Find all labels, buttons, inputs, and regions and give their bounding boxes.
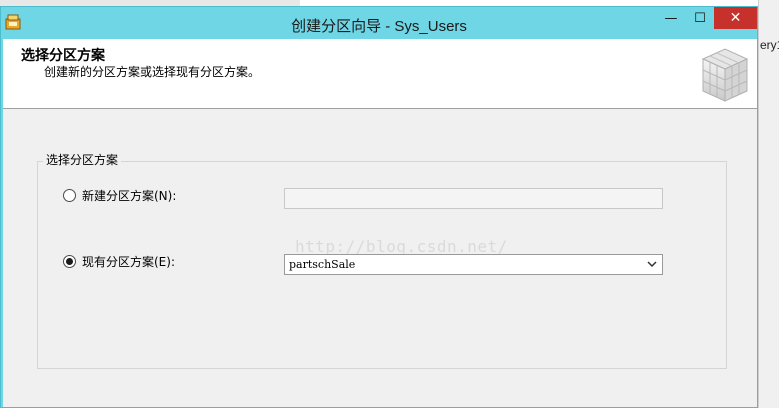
existing-scheme-dropdown[interactable]: partschSale bbox=[284, 254, 663, 275]
page-title: 选择分区方案 bbox=[21, 48, 105, 64]
close-button[interactable]: ✕ bbox=[714, 7, 757, 29]
existing-scheme-radio[interactable] bbox=[63, 254, 76, 268]
wizard-content: 选择分区方案 创建新的分区方案或选择现有分区方案。 选择分区方案 新建分区方案(… bbox=[3, 39, 757, 407]
background-app-panel bbox=[758, 0, 779, 408]
maximize-button[interactable]: ☐ bbox=[686, 7, 714, 29]
wizard-dialog: 创建分区向导 - Sys_Users — ☐ ✕ 选择分区方案 创建新的分区方案… bbox=[0, 6, 758, 408]
cube-grid-icon bbox=[697, 43, 753, 105]
radio-selected-dot bbox=[66, 257, 73, 265]
new-scheme-name-field[interactable] bbox=[284, 188, 663, 209]
existing-scheme-label: 现有分区方案(E): bbox=[82, 254, 175, 269]
new-scheme-label: 新建分区方案(N): bbox=[82, 188, 177, 203]
page-subtitle: 创建新的分区方案或选择现有分区方案。 bbox=[44, 65, 261, 79]
group-legend: 选择分区方案 bbox=[43, 151, 122, 168]
background-app-text: ery1 bbox=[760, 38, 779, 52]
wizard-header: 选择分区方案 创建新的分区方案或选择现有分区方案。 bbox=[3, 39, 757, 109]
chevron-down-icon[interactable] bbox=[646, 258, 658, 270]
title-bar[interactable]: 创建分区向导 - Sys_Users — ☐ ✕ bbox=[1, 7, 757, 39]
existing-scheme-value: partschSale bbox=[289, 258, 356, 271]
window-title: 创建分区向导 - Sys_Users bbox=[291, 18, 467, 35]
existing-scheme-option[interactable]: 现有分区方案(E): bbox=[63, 252, 175, 270]
new-scheme-option[interactable]: 新建分区方案(N): bbox=[63, 186, 176, 204]
minimize-button[interactable]: — bbox=[656, 7, 686, 29]
new-scheme-radio[interactable] bbox=[63, 188, 76, 202]
